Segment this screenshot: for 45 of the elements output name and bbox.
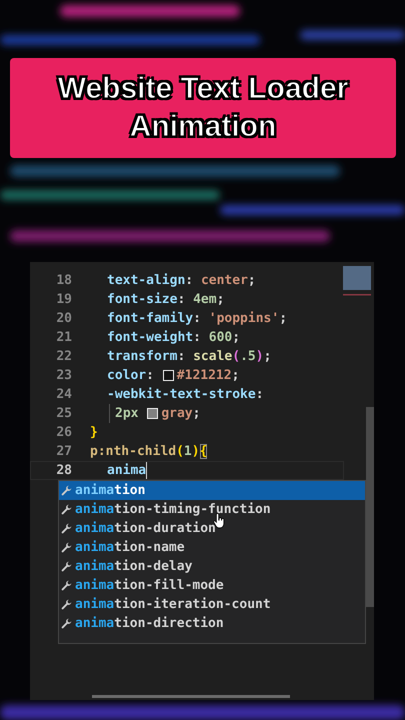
- line-number: 20: [55, 310, 72, 328]
- wrench-icon: [61, 504, 72, 515]
- code-text: font-family: 'poppins';: [106, 310, 288, 328]
- color-swatch-icon[interactable]: [162, 370, 174, 381]
- suggestion-item[interactable]: animation-direction: [59, 614, 365, 633]
- suggestion-item[interactable]: animation-iteration-count: [59, 595, 365, 614]
- line-number: 23: [55, 367, 72, 385]
- suggestion-item[interactable]: animation-fill-mode: [59, 576, 365, 595]
- wrench-icon: [61, 580, 72, 591]
- line-number: 26: [55, 424, 72, 442]
- line-number: 24: [55, 386, 72, 404]
- code-text: -webkit-text-stroke:: [106, 386, 264, 404]
- wrench-icon: [61, 599, 72, 610]
- text-cursor: [146, 462, 148, 479]
- color-swatch-icon[interactable]: [147, 408, 158, 419]
- code-text: font-weight: 600;: [106, 329, 240, 347]
- video-title: Website Text Loader Animation: [56, 71, 350, 145]
- line-number: 28: [55, 462, 72, 480]
- wrench-icon: [61, 561, 72, 572]
- suggestion-item[interactable]: animation-duration: [59, 519, 365, 538]
- code-text: text-align: center;: [106, 272, 256, 290]
- wrench-icon: [61, 542, 72, 553]
- suggestion-item[interactable]: animation-delay: [59, 557, 365, 576]
- code-text: }: [90, 424, 98, 442]
- line-number: 22: [55, 348, 72, 366]
- line-number: 25: [55, 405, 72, 423]
- wrench-icon: [61, 618, 72, 629]
- line-number: 27: [55, 443, 72, 461]
- code-text: gray;: [161, 405, 200, 423]
- suggestion-item[interactable]: animation-timing-function: [59, 500, 365, 519]
- code-text: color:: [106, 367, 155, 385]
- wrench-icon: [61, 523, 72, 534]
- suggestion-item[interactable]: animation-name: [59, 538, 365, 557]
- wrench-icon: [61, 485, 72, 496]
- line-number: 19: [55, 291, 72, 309]
- code-text: font-size: 4em;: [106, 291, 224, 309]
- line-number: 18: [55, 272, 72, 290]
- suggestion-item[interactable]: animation: [59, 481, 365, 500]
- line-number: 21: [55, 329, 72, 347]
- code-text: p:nth-child(1){: [90, 443, 208, 461]
- code-text: #121212;: [176, 367, 240, 385]
- code-text: anima: [106, 462, 146, 480]
- code-text: transform: scale(.5);: [106, 348, 272, 366]
- vertical-scrollbar[interactable]: [366, 407, 374, 607]
- horizontal-scrollbar[interactable]: [92, 695, 290, 698]
